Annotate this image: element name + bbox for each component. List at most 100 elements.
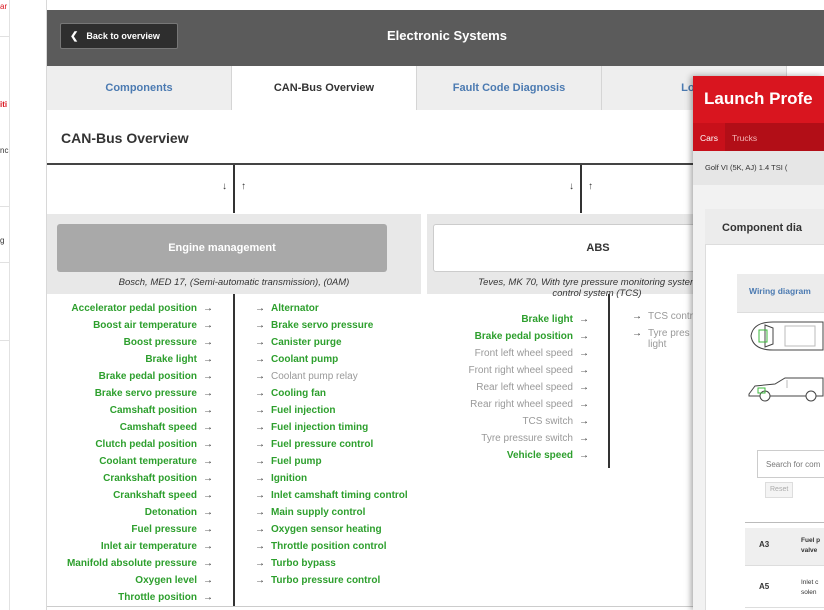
- signal-label: Fuel injection timing: [271, 422, 369, 433]
- header-bar: ❮ Back to overview Electronic Systems: [47, 10, 824, 66]
- engine-input-signal[interactable]: Detonation →: [145, 504, 213, 521]
- signal-label: Brake pedal position: [474, 331, 573, 342]
- signal-label: Coolant pump: [271, 354, 339, 365]
- abs-input-signal[interactable]: TCS switch →: [522, 413, 589, 430]
- engine-output-signal[interactable]: → Oxygen sensor heating: [255, 521, 382, 538]
- tab-can-bus-overview[interactable]: CAN-Bus Overview: [232, 66, 417, 110]
- engine-input-signal[interactable]: Brake servo pressure →: [95, 385, 213, 402]
- engine-output-signal[interactable]: → Cooling fan: [255, 385, 326, 402]
- abs-output-signal[interactable]: → Tyre pres: [632, 328, 690, 339]
- sidebar-divider: [0, 340, 9, 341]
- up-arrow-icon: ↑: [241, 181, 246, 192]
- right-arrow-icon: →: [632, 311, 642, 322]
- engine-output-signal[interactable]: → Brake servo pressure: [255, 317, 373, 334]
- engine-input-signal[interactable]: Fuel pressure →: [131, 521, 213, 538]
- engine-output-signal[interactable]: → Fuel injection: [255, 402, 335, 419]
- engine-input-signal[interactable]: Boost pressure →: [124, 334, 213, 351]
- engine-output-signal[interactable]: → Turbo bypass: [255, 555, 336, 572]
- abs-output-signal[interactable]: → TCS contr: [632, 311, 693, 322]
- right-arrow-icon: →: [203, 439, 213, 450]
- sidebar-fragment-2[interactable]: iti: [0, 100, 9, 109]
- engine-input-signal[interactable]: Camshaft position →: [110, 402, 213, 419]
- engine-input-signal[interactable]: Accelerator pedal position →: [71, 300, 213, 317]
- signal-label: Accelerator pedal position: [71, 303, 197, 314]
- abs-input-signal[interactable]: Front right wheel speed →: [468, 362, 589, 379]
- right-arrow-icon: →: [255, 405, 265, 416]
- chevron-left-icon: ❮: [70, 30, 79, 42]
- signal-label: Brake light: [521, 314, 573, 325]
- abs-input-signal[interactable]: Rear right wheel speed →: [470, 396, 589, 413]
- abs-input-signal[interactable]: Brake light →: [521, 311, 589, 328]
- abs-output-signal[interactable]: light: [648, 339, 666, 350]
- signal-label: Tyre pres: [648, 328, 690, 339]
- left-sidebar-fragment: ar iti nc g: [0, 0, 10, 610]
- nav-cars[interactable]: Cars: [693, 123, 725, 151]
- engine-output-signal[interactable]: → Ignition: [255, 470, 307, 487]
- engine-output-signal[interactable]: → Coolant pump: [255, 351, 338, 368]
- engine-output-signal[interactable]: → Canister purge: [255, 334, 342, 351]
- abs-input-signal[interactable]: Front left wheel speed →: [475, 345, 589, 362]
- engine-output-signal[interactable]: → Throttle position control: [255, 538, 387, 555]
- right-arrow-icon: →: [203, 354, 213, 365]
- sidebar-divider: [0, 262, 9, 263]
- engine-input-signal[interactable]: Clutch pedal position →: [95, 436, 213, 453]
- back-to-overview-button[interactable]: ❮ Back to overview: [60, 23, 178, 49]
- engine-input-signal[interactable]: Inlet air temperature →: [101, 538, 213, 555]
- tab-components[interactable]: Components: [47, 66, 232, 110]
- signal-label: Front right wheel speed: [468, 365, 573, 376]
- signal-label: Cooling fan: [271, 388, 326, 399]
- right-arrow-icon: →: [203, 456, 213, 467]
- tab-fault-code-diagnosis[interactable]: Fault Code Diagnosis: [417, 66, 602, 110]
- signal-label: Inlet air temperature: [100, 541, 197, 552]
- signal-label: Fuel pump: [271, 456, 322, 467]
- engine-output-signal[interactable]: → Coolant pump relay: [255, 368, 358, 385]
- engine-input-signal[interactable]: Oxygen level →: [135, 572, 213, 589]
- right-arrow-icon: →: [255, 541, 265, 552]
- engine-management-button[interactable]: Engine management: [57, 224, 387, 272]
- right-arrow-icon: →: [203, 575, 213, 586]
- abs-input-signal[interactable]: Vehicle speed →: [507, 447, 589, 464]
- engine-output-signal[interactable]: → Main supply control: [255, 504, 365, 521]
- signal-label: Brake pedal position: [98, 371, 197, 382]
- signal-label: Crankshaft speed: [113, 490, 197, 501]
- abs-input-signal[interactable]: Tyre pressure switch →: [481, 430, 589, 447]
- sidebar-fragment-4[interactable]: g: [0, 236, 9, 245]
- right-arrow-icon: →: [579, 450, 589, 461]
- right-arrow-icon: →: [255, 337, 265, 348]
- engine-output-signal[interactable]: → Inlet camshaft timing control: [255, 487, 408, 504]
- engine-input-signal[interactable]: Manifold absolute pressure →: [67, 555, 213, 572]
- engine-output-signal[interactable]: → Fuel pump: [255, 453, 322, 470]
- signal-label: light: [648, 339, 667, 350]
- engine-input-signal[interactable]: Coolant temperature →: [99, 453, 213, 470]
- engine-output-signal[interactable]: → Fuel pressure control: [255, 436, 373, 453]
- abs-input-signal[interactable]: Rear left wheel speed →: [476, 379, 589, 396]
- engine-output-signal[interactable]: → Fuel injection timing: [255, 419, 368, 436]
- right-arrow-icon: →: [255, 558, 265, 569]
- sidebar-fragment-3[interactable]: nc: [0, 146, 9, 155]
- right-arrow-icon: →: [255, 524, 265, 535]
- sidebar-fragment-1: ar: [0, 2, 8, 11]
- signal-label: Boost air temperature: [93, 320, 197, 331]
- right-arrow-icon: →: [579, 382, 589, 393]
- engine-input-signal[interactable]: Camshaft speed →: [120, 419, 213, 436]
- signal-label: Alternator: [271, 303, 319, 314]
- signal-label: Clutch pedal position: [95, 439, 197, 450]
- engine-input-signal[interactable]: Brake light →: [145, 351, 213, 368]
- engine-output-signal[interactable]: → Alternator: [255, 300, 319, 317]
- nav-trucks[interactable]: Trucks: [725, 123, 764, 151]
- right-arrow-icon: →: [255, 507, 265, 518]
- right-arrow-icon: →: [203, 405, 213, 416]
- right-arrow-icon: →: [203, 371, 213, 382]
- engine-input-signal[interactable]: Crankshaft speed →: [113, 487, 213, 504]
- engine-input-signal[interactable]: Crankshaft position →: [103, 470, 213, 487]
- engine-input-signal[interactable]: Throttle position →: [118, 589, 213, 606]
- engine-output-signal[interactable]: → Turbo pressure control: [255, 572, 380, 589]
- signal-label: Brake light: [145, 354, 197, 365]
- abs-input-signal[interactable]: Brake pedal position →: [475, 328, 589, 345]
- signal-label: Detonation: [144, 507, 197, 518]
- right-arrow-icon: →: [579, 365, 589, 376]
- engine-input-signal[interactable]: Boost air temperature →: [93, 317, 213, 334]
- right-arrow-icon: →: [203, 490, 213, 501]
- sidebar-divider: [0, 206, 9, 207]
- engine-input-signal[interactable]: Brake pedal position →: [99, 368, 213, 385]
